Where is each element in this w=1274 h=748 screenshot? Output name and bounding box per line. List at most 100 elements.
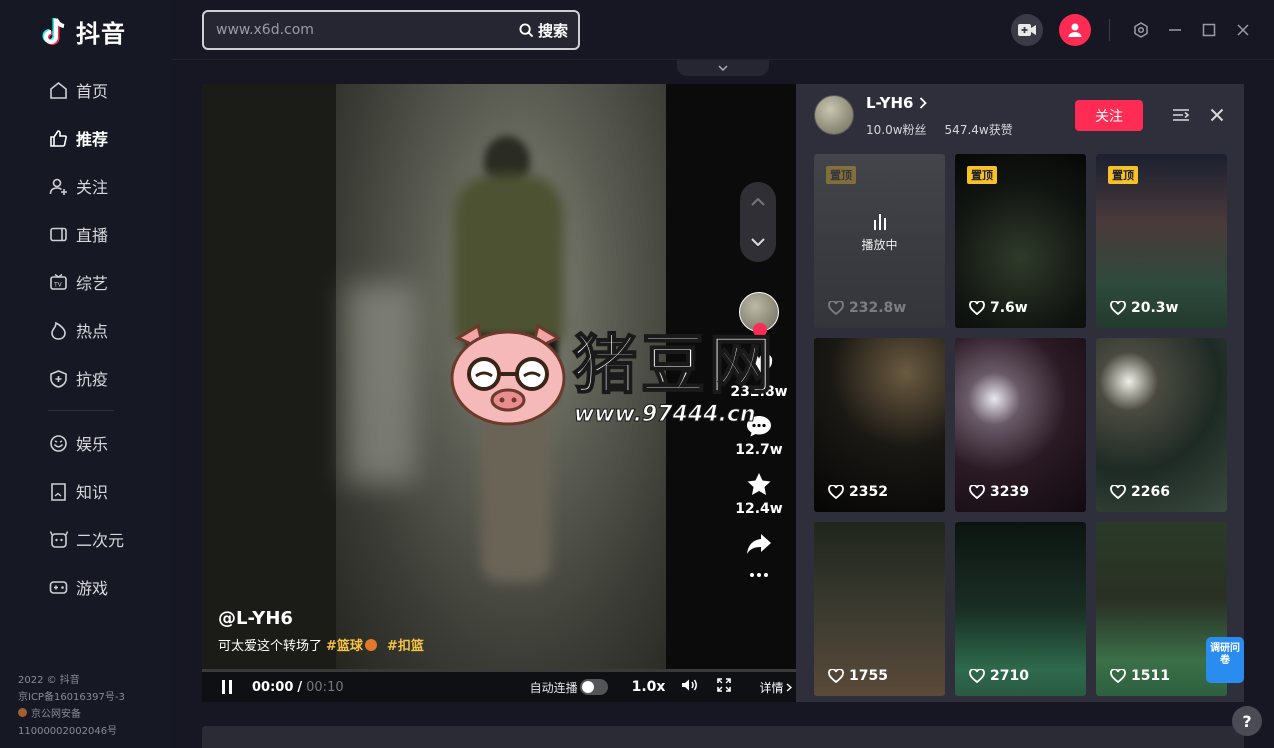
upload-button[interactable] — [1011, 14, 1043, 46]
sidebar-item-1[interactable]: 推荐 — [0, 114, 172, 162]
thumbnail-likes: 232.8w — [828, 300, 906, 316]
book-icon — [48, 481, 68, 501]
tv-icon: TV — [48, 272, 68, 292]
video-thumbnail[interactable]: 3239 — [955, 338, 1086, 512]
like-count: 232.8w — [730, 384, 788, 400]
thumbnail-likes: 20.3w — [1110, 300, 1178, 316]
svg-text:TV: TV — [53, 281, 63, 288]
sidebar-item-5[interactable]: 热点 — [0, 306, 172, 354]
follow-button[interactable]: 关注 — [1075, 100, 1143, 131]
video-wall-light — [346, 284, 416, 484]
sidebar-item-g2-1[interactable]: 知识 — [0, 467, 172, 515]
sidebar: 抖音 首页 推荐 关注 直播 TV 综艺 热点 抗疫 娱乐 知识 二次元 游戏 2022 © 抖音 京… — [0, 0, 172, 748]
video-person-legs — [481, 402, 551, 582]
video-thumbnail[interactable]: 1755 — [814, 522, 945, 696]
like-count: 2352 — [849, 484, 888, 500]
profile-avatar[interactable] — [814, 95, 854, 135]
sidebar-item-label: 游戏 — [76, 579, 109, 598]
prev-video-icon[interactable] — [751, 198, 765, 206]
player-controls: 00:00 / 00:10 自动连播 1.0x 详情 — [202, 672, 796, 702]
sidebar-divider — [48, 410, 114, 411]
like-count: 232.8w — [849, 300, 907, 316]
time-separator: / — [297, 679, 303, 695]
favorite-button[interactable]: 12.4w — [735, 472, 783, 517]
profile-header: L-YH6 10.0w粉丝 547.4w获赞 关注 — [796, 84, 1244, 148]
hashtag-label: #篮球 — [326, 639, 363, 654]
autoplay-toggle[interactable] — [579, 679, 608, 695]
next-video-icon[interactable] — [751, 238, 765, 246]
sidebar-item-3[interactable]: 直播 — [0, 210, 172, 258]
video-thumbnail[interactable]: 2352 — [814, 338, 945, 512]
security-link[interactable]: 京公网安备 — [18, 706, 125, 723]
sidebar-item-6[interactable]: 抗疫 — [0, 354, 172, 402]
video-player[interactable]: 232.8w 12.7w 12.4w @L-YH6 可太爱这个转场了 #篮球 #… — [202, 84, 796, 702]
sidebar-item-label: 二次元 — [76, 531, 125, 550]
minimize-icon — [1169, 29, 1181, 31]
video-thumbnail[interactable]: 置顶 7.6w — [955, 154, 1086, 328]
close-window-button[interactable] — [1226, 14, 1260, 46]
profile-name-link[interactable]: L-YH6 — [866, 94, 928, 112]
thumbnail-likes: 3239 — [969, 484, 1029, 500]
details-button[interactable]: 详情 — [759, 679, 793, 696]
share-button[interactable] — [746, 533, 772, 555]
author-avatar[interactable] — [739, 292, 779, 337]
equalizer-icon — [814, 214, 945, 230]
topbar: 搜索 — [172, 0, 1274, 76]
profile-name: L-YH6 — [866, 94, 914, 112]
caption-text: 可太爱这个转场了 — [218, 639, 323, 654]
time-current: 00:00 — [252, 679, 294, 695]
sidebar-item-4[interactable]: TV 综艺 — [0, 258, 172, 306]
collapse-panel-button[interactable] — [1170, 104, 1192, 126]
more-icon — [750, 573, 768, 577]
icp-link[interactable]: 京ICP备16016397号-3 — [18, 689, 125, 706]
autoplay-label: 自动连播 — [529, 680, 578, 695]
close-panel-button[interactable] — [1206, 104, 1228, 126]
star-icon — [747, 473, 771, 495]
sidebar-item-g2-3[interactable]: 游戏 — [0, 563, 172, 611]
sidebar-item-label: 关注 — [76, 178, 109, 197]
volume-button[interactable] — [681, 678, 699, 696]
app-logo[interactable]: 抖音 — [40, 14, 126, 49]
heart-outline-icon — [1110, 669, 1126, 683]
settings-button[interactable] — [1124, 14, 1158, 46]
video-thumbnail[interactable]: 2710 — [955, 522, 1086, 696]
speed-button[interactable]: 1.0x — [632, 679, 666, 695]
sidebar-item-0[interactable]: 首页 — [0, 66, 172, 114]
hashtag-basketball[interactable]: #篮球 — [326, 635, 377, 654]
video-thumbnail[interactable]: 置顶 播放中 232.8w — [814, 154, 945, 328]
hashtag-dunk[interactable]: #扣篮 — [387, 635, 424, 654]
heart-outline-icon — [828, 669, 844, 683]
next-video-preview — [202, 726, 1244, 748]
video-thumbnail[interactable]: 置顶 20.3w — [1096, 154, 1227, 328]
share-icon — [747, 534, 771, 554]
collapse-header-tab[interactable] — [677, 60, 769, 76]
author-handle[interactable]: @L-YH6 — [218, 608, 293, 629]
maximize-button[interactable] — [1192, 14, 1226, 46]
follow-plus-icon[interactable] — [753, 323, 767, 337]
profile-stats: 10.0w粉丝 547.4w获赞 — [866, 121, 1013, 138]
action-rail: 232.8w 12.7w 12.4w — [730, 292, 788, 577]
fullscreen-button[interactable] — [717, 678, 732, 696]
search-button-label: 搜索 — [537, 21, 568, 40]
minimize-button[interactable] — [1158, 14, 1192, 46]
user-avatar-button[interactable] — [1059, 14, 1091, 46]
sidebar-item-g2-0[interactable]: 娱乐 — [0, 419, 172, 467]
more-options-button[interactable] — [750, 573, 768, 577]
now-playing-indicator: 播放中 — [814, 214, 945, 253]
search-input[interactable] — [204, 22, 519, 38]
video-thumbnail[interactable]: 2266 — [1096, 338, 1227, 512]
video-content — [336, 84, 666, 672]
help-button[interactable]: ? — [1232, 706, 1262, 736]
chevron-down-icon — [718, 65, 728, 71]
sidebar-item-g2-2[interactable]: 二次元 — [0, 515, 172, 563]
details-label: 详情 — [759, 680, 784, 695]
pause-button[interactable] — [222, 680, 236, 694]
search-button[interactable]: 搜索 — [519, 20, 578, 41]
comment-button[interactable]: 12.7w — [735, 414, 783, 458]
sidebar-item-label: 综艺 — [76, 274, 109, 293]
chevron-right-icon — [920, 97, 928, 109]
sidebar-item-2[interactable]: 关注 — [0, 162, 172, 210]
survey-button[interactable]: 调研问卷 — [1206, 637, 1244, 683]
favorite-count: 12.4w — [735, 501, 783, 517]
like-button[interactable]: 232.8w — [730, 354, 788, 400]
